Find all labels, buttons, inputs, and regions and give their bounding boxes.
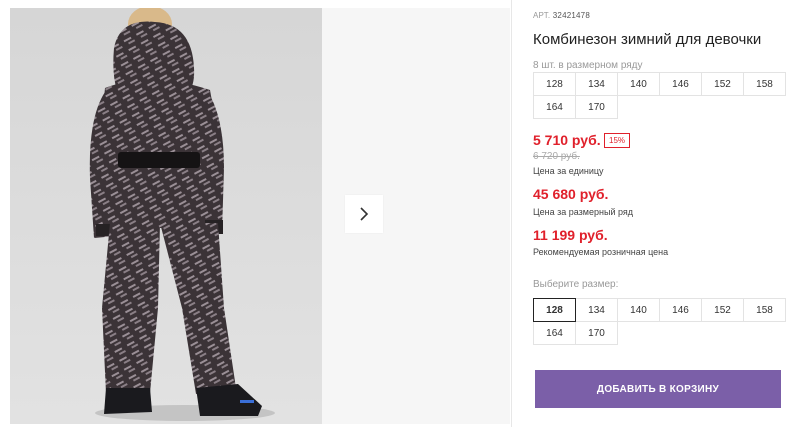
discount-badge: 15% — [604, 133, 631, 148]
range-price-caption: Цена за размерный ряд — [533, 207, 634, 217]
size-select-label: Выберите размер: — [533, 279, 619, 290]
article-value: 32421478 — [552, 11, 590, 20]
unit-price-caption: Цена за единицу — [533, 166, 604, 176]
size-range-cell: 146 — [659, 72, 702, 96]
size-range-cell: 128 — [533, 72, 576, 96]
product-photo-image — [10, 8, 322, 424]
retail-price: 11 199 руб. — [533, 227, 608, 243]
size-range-cell: 152 — [701, 72, 744, 96]
size-option[interactable]: 164 — [533, 321, 576, 345]
size-option[interactable]: 170 — [575, 321, 618, 345]
size-range-label: 8 шт. в размерном ряду — [533, 60, 643, 71]
size-range-cell: 164 — [533, 95, 576, 119]
size-select-grid: 128 134 140 146 152 158 164 170 — [533, 298, 786, 345]
divider — [511, 0, 512, 427]
size-option[interactable]: 140 — [617, 298, 660, 322]
old-price: 6 720 руб. — [533, 151, 580, 162]
size-option-selected[interactable]: 128 — [533, 298, 576, 322]
size-range-cell: 134 — [575, 72, 618, 96]
product-title: Комбинезон зимний для девочки — [533, 31, 762, 48]
size-option[interactable]: 146 — [659, 298, 702, 322]
chevron-right-icon — [360, 207, 369, 221]
gallery-next-button[interactable] — [345, 195, 383, 233]
article-number: АРТ. 32421478 — [533, 11, 590, 20]
product-gallery — [0, 0, 510, 427]
add-to-cart-button[interactable]: ДОБАВИТЬ В КОРЗИНУ — [535, 370, 781, 408]
size-range-cell: 158 — [743, 72, 786, 96]
size-option[interactable]: 158 — [743, 298, 786, 322]
product-photo — [10, 8, 322, 424]
size-range-cell: 140 — [617, 72, 660, 96]
unit-price: 5 710 руб. — [533, 132, 601, 148]
article-label: АРТ. — [533, 11, 551, 20]
size-option[interactable]: 152 — [701, 298, 744, 322]
size-range-grid: 128 134 140 146 152 158 164 170 — [533, 72, 786, 119]
retail-price-caption: Рекомендуемая розничная цена — [533, 247, 669, 257]
range-price: 45 680 руб. — [533, 186, 609, 202]
size-range-cell: 170 — [575, 95, 618, 119]
size-option[interactable]: 134 — [575, 298, 618, 322]
